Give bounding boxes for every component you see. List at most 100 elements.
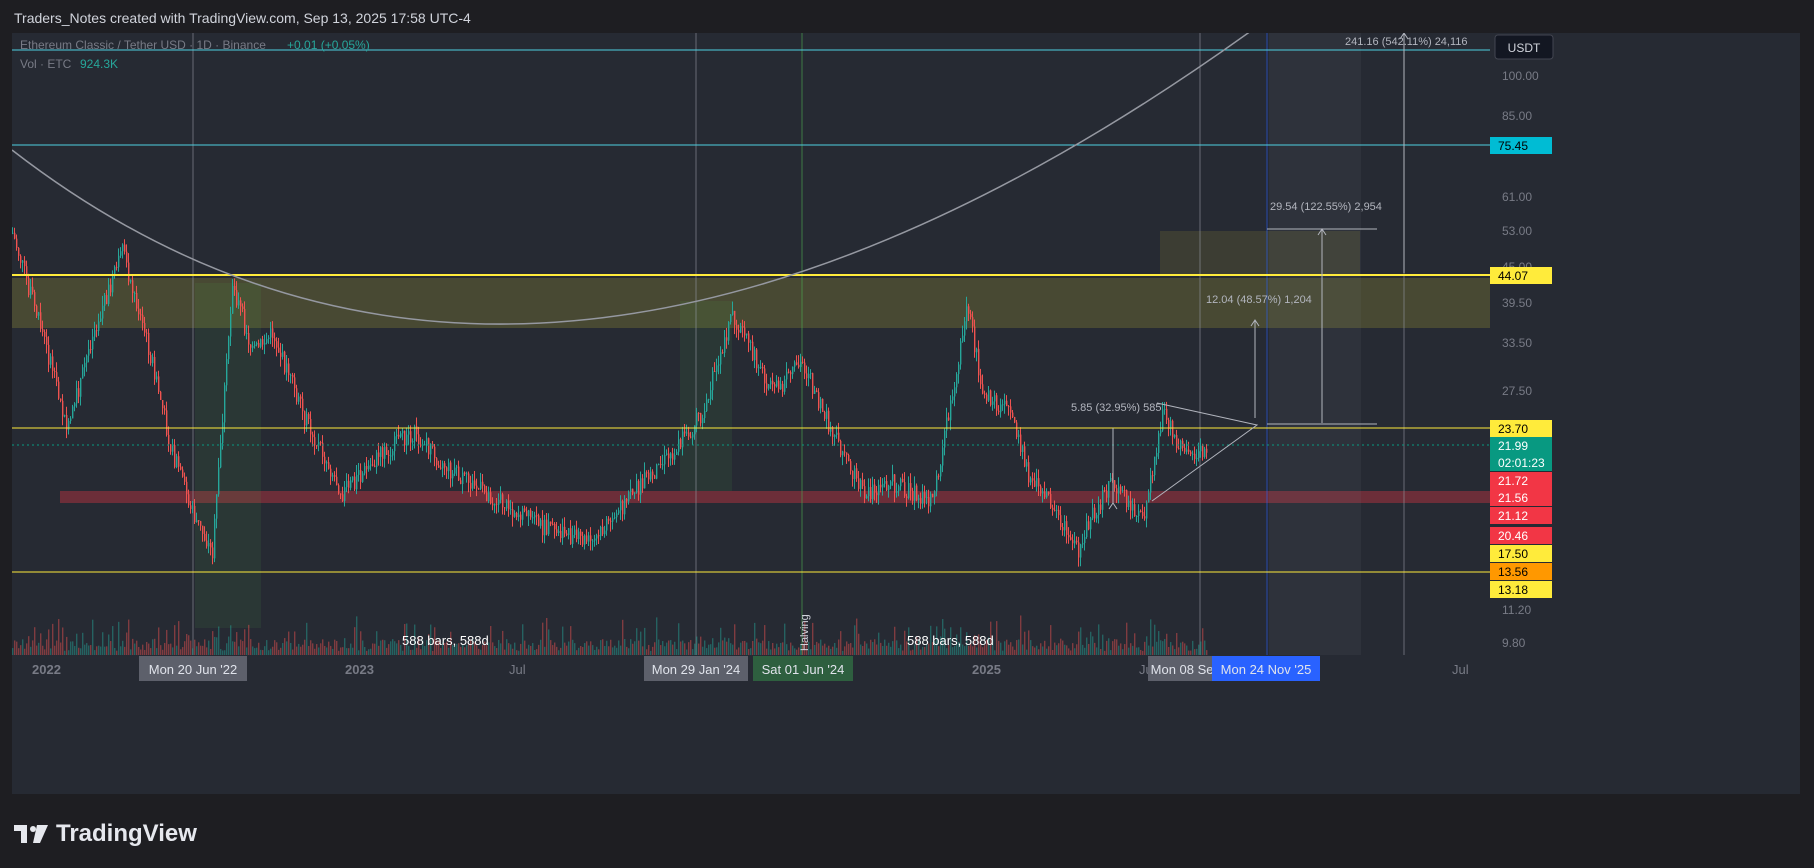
price-chart[interactable]: 100.0085.0061.0053.0045.0039.5033.5027.5… <box>12 33 1800 794</box>
candle-body <box>302 398 304 412</box>
candle-body <box>420 444 422 446</box>
volume-bar <box>194 639 196 655</box>
currency-button-label[interactable]: USDT <box>1508 41 1541 55</box>
volume-bar <box>286 641 288 655</box>
volume-bar <box>1080 627 1082 655</box>
volume-bar <box>744 640 746 655</box>
candle-body <box>164 408 166 411</box>
volume-bar <box>1056 645 1058 655</box>
candle-body <box>822 398 824 412</box>
volume-bar <box>904 630 906 655</box>
volume-bar <box>42 645 44 655</box>
chart-area[interactable]: 100.0085.0061.0053.0045.0039.5033.5027.5… <box>12 33 1800 794</box>
volume-bar <box>78 647 80 655</box>
candle-body <box>152 356 154 364</box>
candle-body <box>278 347 280 353</box>
candle-body <box>686 432 688 434</box>
range-label-2: 588 bars, 588d <box>907 633 994 648</box>
volume-bar <box>594 649 596 655</box>
volume-bar <box>1038 649 1040 655</box>
candle-body <box>122 244 124 252</box>
volume-bar <box>32 640 34 655</box>
volume-bar <box>998 640 1000 655</box>
volume-bar <box>30 646 32 655</box>
candle-body <box>148 332 150 356</box>
candle-body <box>952 396 954 401</box>
candle-body <box>582 535 584 545</box>
volume-bar <box>540 639 542 655</box>
candle-body <box>1096 515 1098 519</box>
volume-bar <box>210 648 212 655</box>
candle-body <box>740 326 742 333</box>
candle-body <box>770 380 772 385</box>
volume-bar <box>304 639 306 655</box>
currency-button[interactable]: USDT <box>1494 34 1554 60</box>
candle-body <box>56 372 58 382</box>
candle-body <box>970 313 972 318</box>
candle-body <box>446 467 448 472</box>
candle-body <box>94 330 96 337</box>
volume-legend[interactable]: Vol · ETC <box>20 57 72 71</box>
volume-bar <box>890 646 892 655</box>
candle-body <box>964 321 966 336</box>
time-date-label[interactable]: Sat 01 Jun '24 <box>753 656 853 681</box>
volume-bar <box>1012 646 1014 655</box>
candle-body <box>726 337 728 341</box>
candle-body <box>1204 448 1206 457</box>
volume-bar <box>1074 648 1076 655</box>
time-date-label[interactable]: Mon 29 Jan '24 <box>644 656 748 681</box>
volume-bar <box>350 643 352 655</box>
candle-body <box>54 371 56 373</box>
candle-body <box>38 312 40 316</box>
candle-body <box>528 510 530 517</box>
volume-bar <box>62 627 64 655</box>
candle-body <box>340 493 342 495</box>
candle-body <box>450 462 452 479</box>
volume-bar <box>188 635 190 655</box>
candle-body <box>1076 540 1078 543</box>
volume-bar <box>226 643 228 655</box>
volume-bar <box>680 641 682 655</box>
volume-bar <box>292 649 294 655</box>
candle-body <box>1148 492 1150 503</box>
volume-bar <box>874 639 876 655</box>
candle-body <box>596 535 598 539</box>
volume-bar <box>994 650 996 655</box>
time-date-label[interactable]: Mon 24 Nov '25 <box>1212 656 1320 681</box>
candle-body <box>630 488 632 492</box>
candle-body <box>224 385 226 423</box>
candle-body <box>588 535 590 542</box>
volume-bar <box>776 643 778 655</box>
candle-body <box>22 260 24 263</box>
candle-body <box>1016 422 1018 438</box>
volume-bar <box>1072 643 1074 655</box>
candle-body <box>138 308 140 315</box>
candle-body <box>1034 480 1036 487</box>
candle-body <box>576 529 578 540</box>
candle-body <box>276 341 278 348</box>
volume-bar <box>76 633 78 655</box>
volume-bar <box>332 648 334 655</box>
candle-body <box>920 498 922 504</box>
candle-body <box>180 466 182 470</box>
candle-body <box>1018 434 1020 438</box>
volume-bar <box>92 619 94 655</box>
volume-bar <box>1180 642 1182 655</box>
candle-body <box>696 412 698 426</box>
candle-body <box>448 462 450 472</box>
candle-body <box>510 509 512 511</box>
volume-bar <box>294 631 296 655</box>
volume-bar <box>1126 622 1128 655</box>
symbol-legend[interactable]: Ethereum Classic / Tether USD · 1D · Bin… <box>20 38 266 52</box>
volume-bar <box>480 649 482 655</box>
volume-bar <box>726 641 728 655</box>
tradingview-logo[interactable]: TradingView <box>14 820 197 848</box>
candle-body <box>684 431 686 434</box>
candle-body <box>356 474 358 490</box>
volume-bar <box>818 643 820 655</box>
candle-body <box>66 415 68 430</box>
price-label-text: 44.07 <box>1498 269 1528 283</box>
candle-body <box>370 464 372 466</box>
volume-bar <box>1036 645 1038 655</box>
time-date-label[interactable]: Mon 20 Jun '22 <box>139 656 247 681</box>
